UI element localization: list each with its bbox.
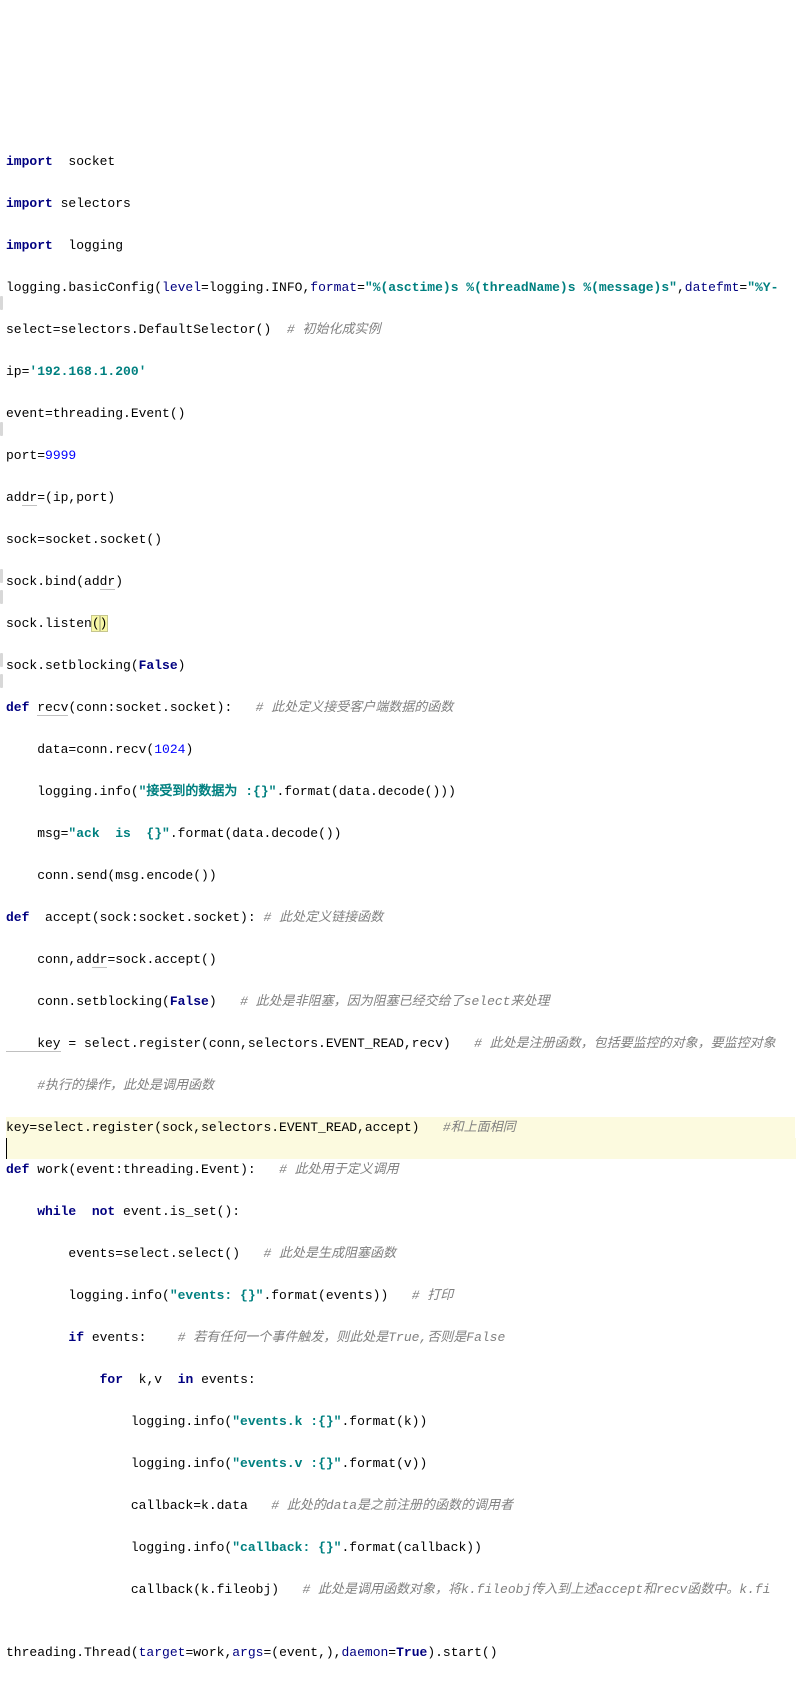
code-line: def work(event:threading.Event): # 此处用于定… [6,1159,795,1180]
kw-in: in [178,1372,201,1387]
code-line: event=threading.Event() [6,403,795,424]
code-line-highlight: key=select.register(sock,selectors.EVENT… [6,1117,795,1138]
code-line: data=conn.recv(1024) [6,739,795,760]
code-line: callback=k.data # 此处的data是之前注册的函数的调用者 [6,1495,795,1516]
code-line: if events: # 若有任何一个事件触发，则此处是True,否则是Fals… [6,1327,795,1348]
kw-import: import [6,196,53,211]
code-line: logging.basicConfig(level=logging.INFO,f… [6,277,795,298]
comment: # 打印 [412,1288,454,1303]
code-line: def accept(sock:socket.socket): # 此处定义链接… [6,907,795,928]
cursor-line [6,1138,796,1159]
code-line: port=9999 [6,445,795,466]
kw-def: def [6,910,45,925]
code-line: logging.info("callback: {}".format(callb… [6,1537,795,1558]
comment: #执行的操作，此处是调用函数 [37,1078,214,1093]
kw-while-not: while not [37,1204,123,1219]
code-line: conn.setblocking(False) # 此处是非阻塞，因为阻塞已经交… [6,991,795,1012]
comment: # 此处的data是之前注册的函数的调用者 [271,1498,513,1513]
kw-def: def [6,700,37,715]
code-line: logging.info("events.v :{}".format(v)) [6,1453,795,1474]
comment: # 初始化成实例 [287,322,381,337]
code-line: #执行的操作，此处是调用函数 [6,1075,795,1096]
code-line: select=selectors.DefaultSelector() # 初始化… [6,319,795,340]
kw-def: def [6,1162,37,1177]
fold-mark [0,674,3,688]
code-line: addr=(ip,port) [6,487,795,508]
kw-import: import [6,154,53,169]
code-line: import selectors [6,193,795,214]
code-line: logging.info("接受到的数据为 :{}".format(data.d… [6,781,795,802]
comment: # 此处定义链接函数 [263,910,383,925]
code-editor[interactable]: import socket import selectors import lo… [6,130,795,1684]
matched-paren: ( [92,616,100,631]
comment: # 此处定义接受客户端数据的函数 [256,700,454,715]
fold-mark [0,653,3,667]
code-line: import socket [6,151,795,172]
comment: # 此处是注册函数，包括要监控的对象，要监控对象 [474,1036,776,1051]
code-line: sock.listen() [6,613,795,634]
code-line: while not event.is_set(): [6,1201,795,1222]
comment: # 此处用于定义调用 [279,1162,399,1177]
code-line: threading.Thread(target=work,args=(event… [6,1642,795,1663]
gutter [0,0,4,1692]
code-line: for k,v in events: [6,1369,795,1390]
code-line: key = select.register(conn,selectors.EVE… [6,1033,795,1054]
fn-accept: accept [45,910,92,925]
fn-recv: recv [37,700,68,716]
fold-mark [0,296,3,310]
code-line: import logging [6,235,795,256]
fold-mark [0,422,3,436]
code-line: callback(k.fileobj) # 此处是调用函数对象，将k.fileo… [6,1579,795,1600]
code-line: def recv(conn:socket.socket): # 此处定义接受客户… [6,697,795,718]
code-line: conn.send(msg.encode()) [6,865,795,886]
comment: #和上面相同 [443,1120,516,1135]
fn-work: work [37,1162,68,1177]
matched-paren: ) [100,616,108,631]
kw-if: if [68,1330,91,1345]
comment: # 若有任何一个事件触发，则此处是True,否则是False [178,1330,506,1345]
code-line: conn,addr=sock.accept() [6,949,795,970]
kw-import: import [6,238,53,253]
code-line: sock.bind(addr) [6,571,795,592]
code-line: logging.info("events: {}".format(events)… [6,1285,795,1306]
comment: # 此处是非阻塞，因为阻塞已经交给了select来处理 [240,994,549,1009]
code-line: events=select.select() # 此处是生成阻塞函数 [6,1243,795,1264]
code-line: logging.info("events.k :{}".format(k)) [6,1411,795,1432]
fold-mark [0,590,3,604]
fold-mark [0,569,3,583]
comment: # 此处是生成阻塞函数 [263,1246,396,1261]
comment: # 此处是调用函数对象，将k.fileobj传入到上述accept和recv函数… [302,1582,770,1597]
code-line: msg="ack is {}".format(data.decode()) [6,823,795,844]
code-line: ip='192.168.1.200' [6,361,795,382]
kw-for: for [100,1372,139,1387]
code-line: sock.setblocking(False) [6,655,795,676]
code-line: sock=socket.socket() [6,529,795,550]
